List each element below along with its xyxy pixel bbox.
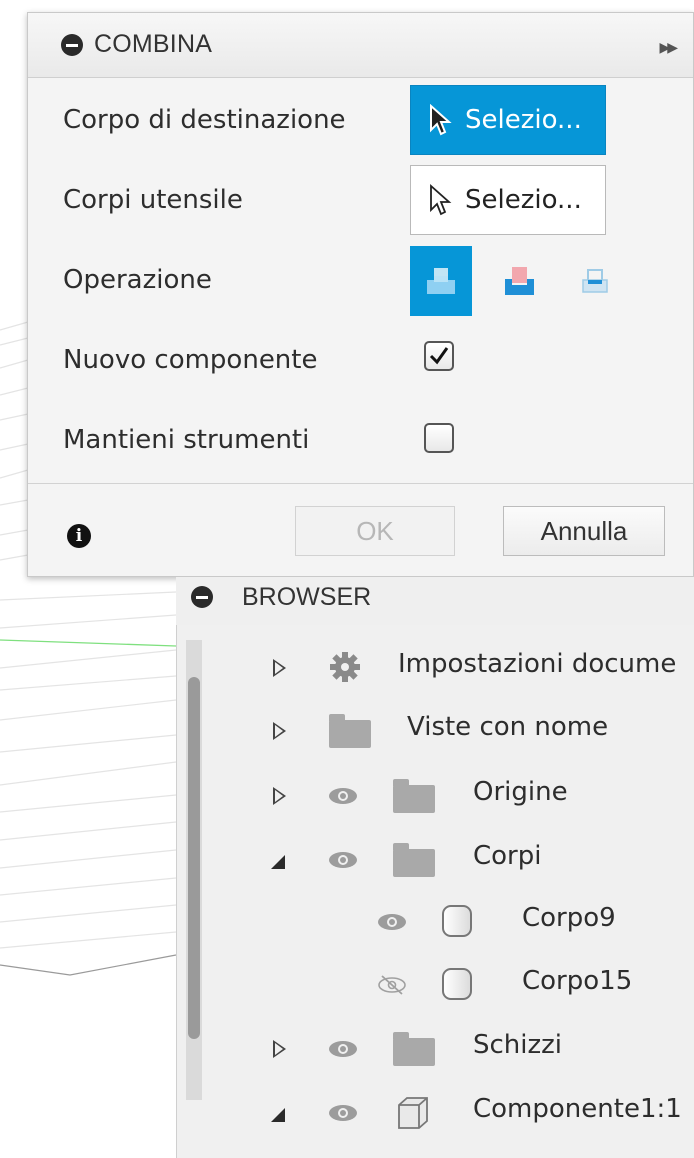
eye-hidden-icon[interactable]	[377, 974, 407, 996]
dialog-footer: i OK Annulla	[28, 483, 693, 576]
eye-icon[interactable]	[377, 913, 407, 931]
cursor-icon	[430, 104, 452, 136]
folder-icon	[329, 714, 371, 748]
gear-icon	[330, 652, 360, 682]
intersect-operation-button[interactable]	[564, 246, 626, 316]
tree-item-body-corpo15[interactable]: Corpo15	[177, 954, 694, 1014]
tree-item-origin[interactable]: Origine	[177, 765, 694, 825]
component-icon	[398, 1097, 428, 1129]
tree-item-label: Viste con nome	[407, 712, 609, 742]
keep-tools-checkbox[interactable]	[424, 423, 454, 453]
tree-item-label: Componente1:1	[473, 1094, 682, 1124]
body-icon	[442, 905, 472, 937]
tree-item-label: Schizzi	[473, 1030, 563, 1060]
tree-item-sketches[interactable]: Schizzi	[177, 1018, 694, 1078]
dialog-header[interactable]: COMBINA ▶▶	[28, 13, 693, 78]
tool-bodies-select-button[interactable]: Selezio...	[410, 165, 606, 235]
tool-bodies-label: Corpi utensile	[63, 185, 243, 215]
checkmark-icon	[429, 347, 449, 365]
browser-tree: Impostazioni docume Viste con nome Origi…	[176, 625, 694, 1158]
expand-icon[interactable]: ▶▶	[659, 40, 677, 56]
eye-icon[interactable]	[328, 1040, 358, 1058]
tree-item-label: Impostazioni docume	[398, 649, 677, 679]
collapse-icon[interactable]	[61, 34, 83, 56]
tree-item-document-settings[interactable]: Impostazioni docume	[177, 637, 694, 697]
collapse-arrow-icon[interactable]	[271, 1108, 285, 1122]
tree-item-named-views[interactable]: Viste con nome	[177, 700, 694, 760]
tree-item-component[interactable]: Componente1:1	[177, 1082, 694, 1142]
expand-arrow-icon[interactable]	[273, 659, 286, 677]
body-icon	[442, 968, 472, 1000]
folder-icon	[393, 843, 435, 877]
tool-bodies-select-label: Selezio...	[465, 185, 582, 215]
tree-item-label: Origine	[473, 777, 568, 807]
cut-operation-button[interactable]	[488, 246, 550, 316]
join-operation-button[interactable]	[410, 246, 472, 316]
expand-arrow-icon[interactable]	[273, 1040, 286, 1058]
cancel-button[interactable]: Annulla	[503, 506, 665, 556]
eye-icon[interactable]	[328, 1104, 358, 1122]
cut-icon	[505, 267, 534, 295]
tree-item-label: Corpo9	[522, 903, 616, 933]
join-icon	[427, 268, 455, 294]
ok-button[interactable]: OK	[295, 506, 455, 556]
tree-item-bodies[interactable]: Corpi	[177, 829, 694, 889]
tree-item-body-corpo9[interactable]: Corpo9	[177, 891, 694, 951]
target-body-select-button[interactable]: Selezio...	[410, 85, 606, 155]
browser-title: BROWSER	[242, 583, 372, 611]
eye-icon[interactable]	[328, 787, 358, 805]
intersect-icon	[582, 269, 608, 293]
expand-arrow-icon[interactable]	[273, 787, 286, 805]
new-component-checkbox[interactable]	[424, 341, 454, 371]
dialog-title: COMBINA	[94, 30, 213, 58]
tree-item-label: Corpi	[473, 841, 542, 871]
eye-icon[interactable]	[328, 851, 358, 869]
new-component-label: Nuovo componente	[63, 345, 318, 375]
operation-label: Operazione	[63, 265, 212, 295]
browser-header[interactable]: BROWSER	[176, 577, 694, 626]
collapse-icon[interactable]	[191, 586, 213, 608]
folder-icon	[393, 779, 435, 813]
cursor-icon	[430, 184, 452, 216]
expand-arrow-icon[interactable]	[273, 722, 286, 740]
info-icon[interactable]: i	[67, 524, 91, 548]
collapse-arrow-icon[interactable]	[271, 855, 285, 869]
keep-tools-label: Mantieni strumenti	[63, 425, 310, 455]
folder-icon	[393, 1032, 435, 1066]
target-body-label: Corpo di destinazione	[63, 105, 346, 135]
tree-item-label: Corpo15	[522, 966, 633, 996]
target-body-select-label: Selezio...	[465, 105, 582, 135]
combine-dialog: COMBINA ▶▶ Corpo di destinazione Selezio…	[27, 12, 694, 577]
